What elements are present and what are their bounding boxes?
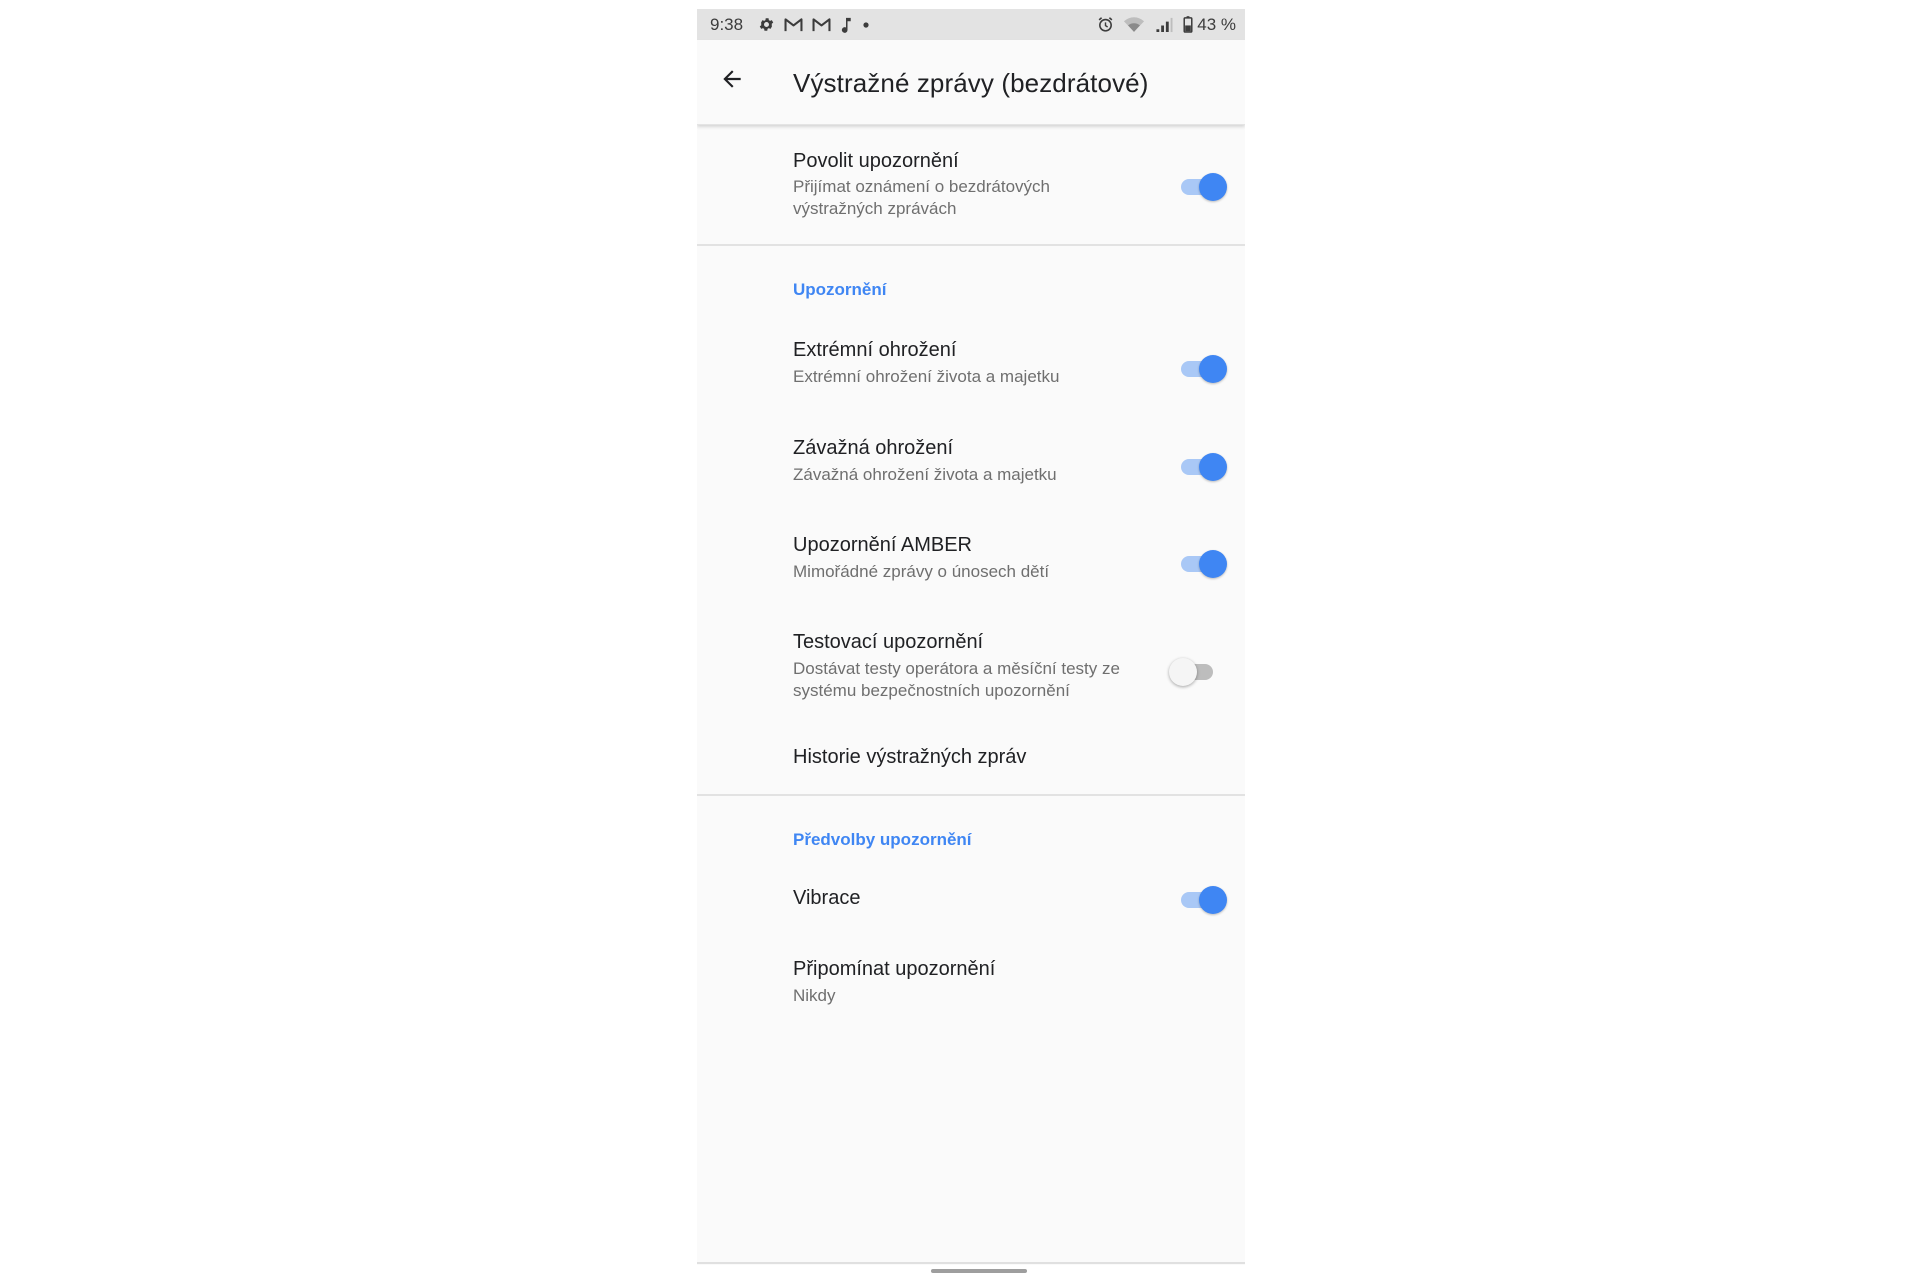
amber-alert-switch[interactable] xyxy=(1181,548,1227,578)
enable-alerts-switch[interactable] xyxy=(1181,171,1227,201)
switch-thumb xyxy=(1199,453,1227,481)
test-alerts-summary: Dostávat testy operátora a měsíční testy… xyxy=(793,659,1120,700)
alarm-icon xyxy=(1097,16,1114,33)
test-alerts-title: Testovací upozornění xyxy=(793,631,984,653)
extreme-threat-summary: Extrémní ohrožení života a majetku xyxy=(793,367,1060,386)
vibration-switch[interactable] xyxy=(1181,884,1227,914)
alert-history-row[interactable]: Historie výstražných zpráv xyxy=(697,725,1245,791)
dot-icon xyxy=(861,20,871,30)
extreme-threat-switch[interactable] xyxy=(1181,353,1227,383)
back-button[interactable] xyxy=(717,66,747,96)
alert-history-title: Historie výstražných zpráv xyxy=(793,746,1027,768)
enable-alerts-summary: Přijímat oznámení o bezdrátových výstraž… xyxy=(793,177,1051,218)
amber-alert-title: Upozornění AMBER xyxy=(793,534,972,556)
settings-icon xyxy=(758,16,775,33)
status-time: 9:38 xyxy=(710,14,744,34)
music-note-icon xyxy=(840,16,852,33)
page-title: Výstražné zprávy (bezdrátové) xyxy=(793,68,1149,98)
vibration-row[interactable]: Vibrace xyxy=(697,864,1245,934)
switch-thumb xyxy=(1199,355,1227,383)
divider xyxy=(697,244,1245,246)
switch-thumb xyxy=(1199,173,1227,201)
switch-thumb xyxy=(1169,658,1197,686)
section-header-alerts: Upozornění xyxy=(793,280,887,299)
divider xyxy=(697,794,1245,796)
test-alerts-switch[interactable] xyxy=(1169,656,1215,686)
severe-threat-switch[interactable] xyxy=(1181,451,1227,481)
gesture-nav-handle[interactable] xyxy=(931,1269,1027,1273)
signal-icon xyxy=(1154,16,1174,33)
status-bar-right: 43 % xyxy=(1088,15,1236,35)
alert-reminder-row[interactable]: Připomínat upozornění Nikdy xyxy=(697,939,1245,1019)
alert-reminder-title: Připomínat upozornění xyxy=(793,958,996,980)
battery-icon xyxy=(1183,16,1193,33)
battery-percent: 43 % xyxy=(1197,14,1236,34)
extreme-threat-title: Extrémní ohrožení xyxy=(793,339,957,361)
alert-reminder-summary: Nikdy xyxy=(793,986,836,1005)
severe-threat-title: Závažná ohrožení xyxy=(793,437,954,459)
enable-alerts-row[interactable]: Povolit upozornění Přijímat oznámení o b… xyxy=(697,125,1245,244)
switch-thumb xyxy=(1199,550,1227,578)
amber-alert-row[interactable]: Upozornění AMBER Mimořádné zprávy o únos… xyxy=(697,518,1245,608)
severe-threat-summary: Závažná ohrožení života a majetku xyxy=(793,465,1057,484)
extreme-threat-row[interactable]: Extrémní ohrožení Extrémní ohrožení živo… xyxy=(697,323,1245,413)
status-bar-left: 9:38 xyxy=(710,15,871,35)
bottom-divider xyxy=(697,1262,1245,1264)
test-alerts-row[interactable]: Testovací upozornění Dostávat testy oper… xyxy=(697,615,1245,720)
arrow-back-icon xyxy=(719,66,745,97)
enable-alerts-title: Povolit upozornění xyxy=(793,150,959,172)
gmail-icon xyxy=(812,17,831,32)
amber-alert-summary: Mimořádné zprávy o únosech dětí xyxy=(793,562,1050,581)
switch-thumb xyxy=(1199,886,1227,914)
app-bar: Výstražné zprávy (bezdrátové) xyxy=(697,40,1245,125)
status-bar: 9:38 43 % xyxy=(697,9,1245,40)
phone-screen: 9:38 43 % Výstražné zprávy (bezdrátové) … xyxy=(697,9,1245,1265)
gmail-icon xyxy=(784,17,803,32)
vibration-title: Vibrace xyxy=(793,887,861,909)
severe-threat-row[interactable]: Závažná ohrožení Závažná ohrožení života… xyxy=(697,421,1245,511)
wifi-icon xyxy=(1123,16,1145,33)
section-header-preferences: Předvolby upozornění xyxy=(793,830,972,849)
